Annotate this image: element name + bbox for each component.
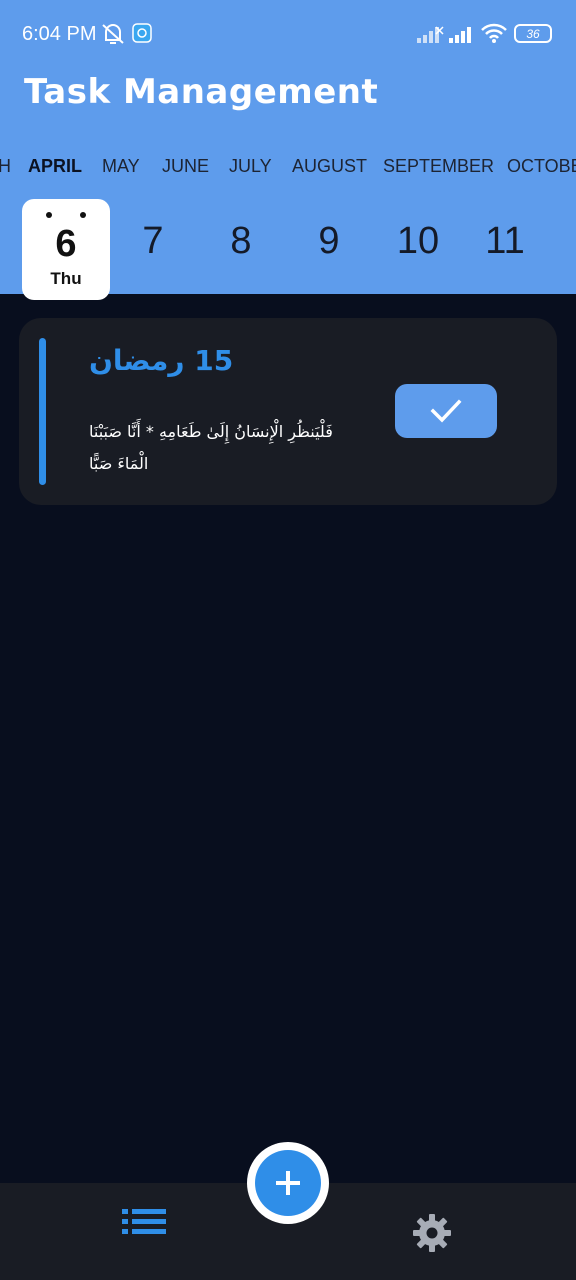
task-card[interactable]: 15 رمضان فَلْيَنظُرِ الْإِنسَانُ إِلَىٰ … (19, 318, 557, 505)
status-bar: 6:04 PM 36 (0, 0, 576, 68)
month-item[interactable]: H (0, 156, 11, 177)
add-task-button-inner[interactable] (255, 1150, 321, 1216)
page-title: Task Management (24, 72, 379, 112)
selected-day-weekday: Thu (50, 269, 82, 288)
battery-level: 36 (526, 26, 540, 41)
month-item[interactable]: AUGUST (292, 156, 367, 177)
month-item[interactable]: JUNE (162, 156, 209, 177)
date-selector: 6 Thu 7 8 9 10 11 (0, 196, 576, 304)
battery-icon: 36 (514, 24, 552, 43)
settings-icon[interactable] (412, 1213, 452, 1253)
signal-icon (449, 27, 471, 43)
calendar-ring-icon (80, 212, 86, 218)
add-task-button[interactable] (247, 1142, 329, 1224)
mute-icon (102, 24, 124, 44)
wifi-icon (481, 23, 507, 43)
date-item[interactable]: 8 (201, 220, 281, 263)
app-notification-icon (132, 23, 152, 43)
date-item-selected[interactable]: 6 Thu (22, 199, 110, 300)
month-item[interactable]: JULY (229, 156, 272, 177)
task-description: فَلْيَنظُرِ الْإِنسَانُ إِلَىٰ طَعَامِهِ… (89, 422, 333, 473)
task-color-bar (39, 338, 46, 485)
date-item[interactable]: 11 (465, 220, 545, 263)
header: 6:04 PM 36 Task Management H APRIL MAY J… (0, 0, 576, 300)
date-item[interactable]: 9 (289, 220, 369, 263)
task-title: 15 رمضان (89, 344, 234, 377)
status-time: 6:04 PM (22, 23, 97, 45)
calendar-ring-icon (46, 212, 52, 218)
complete-task-button[interactable] (395, 384, 497, 438)
list-icon[interactable] (122, 1207, 166, 1237)
month-item[interactable]: MAY (102, 156, 140, 177)
plus-icon (276, 1171, 300, 1195)
month-item-selected[interactable]: APRIL (28, 156, 82, 177)
signal-icon (417, 26, 444, 43)
date-item[interactable]: 10 (378, 220, 458, 263)
month-selector: H APRIL MAY JUNE JULY AUGUST SEPTEMBER O… (0, 152, 576, 182)
date-item[interactable]: 7 (113, 220, 193, 263)
month-item[interactable]: OCTOBE (507, 156, 576, 177)
month-item[interactable]: SEPTEMBER (383, 156, 494, 177)
check-icon (430, 399, 462, 423)
selected-day-number: 6 (55, 223, 77, 265)
